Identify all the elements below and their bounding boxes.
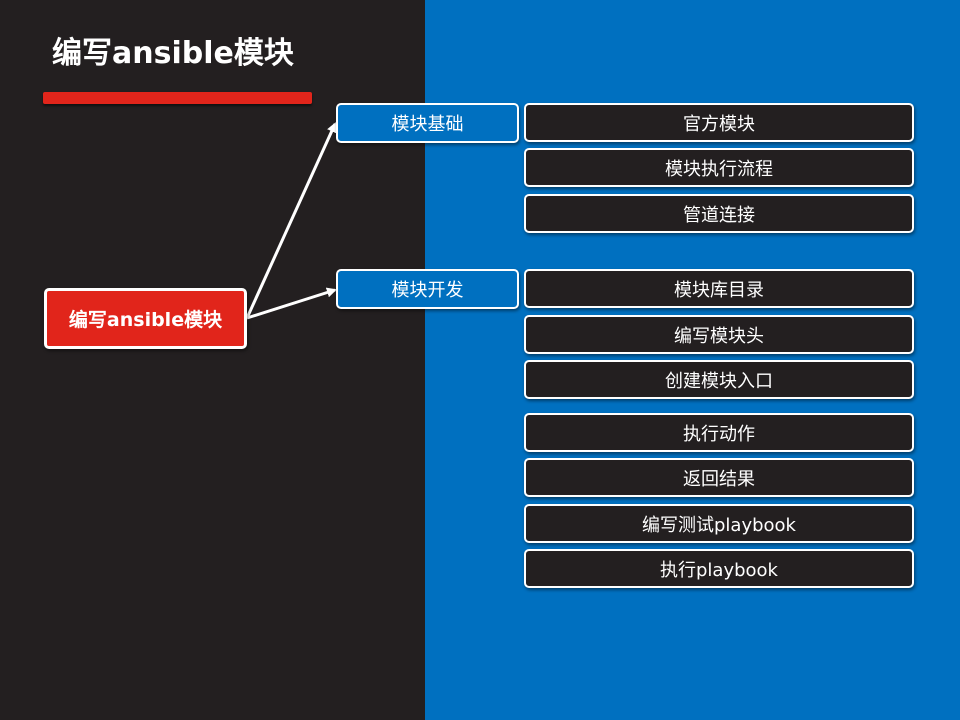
category-module-development: 模块开发 — [336, 269, 519, 309]
slide-title: 编写ansible模块 — [52, 36, 294, 71]
leaf-module-execution-flow: 模块执行流程 — [524, 148, 914, 187]
leaf-return-result: 返回结果 — [524, 458, 914, 497]
category-module-basics: 模块基础 — [336, 103, 519, 143]
leaf-write-test-playbook: 编写测试playbook — [524, 504, 914, 543]
leaf-execute-action: 执行动作 — [524, 413, 914, 452]
leaf-run-playbook: 执行playbook — [524, 549, 914, 588]
leaf-official-modules: 官方模块 — [524, 103, 914, 142]
leaf-pipelining: 管道连接 — [524, 194, 914, 233]
root-node: 编写ansible模块 — [44, 288, 247, 349]
leaf-module-library-dir: 模块库目录 — [524, 269, 914, 308]
title-underline-bar — [43, 92, 312, 104]
leaf-create-module-entry: 创建模块入口 — [524, 360, 914, 399]
leaf-write-module-header: 编写模块头 — [524, 315, 914, 354]
